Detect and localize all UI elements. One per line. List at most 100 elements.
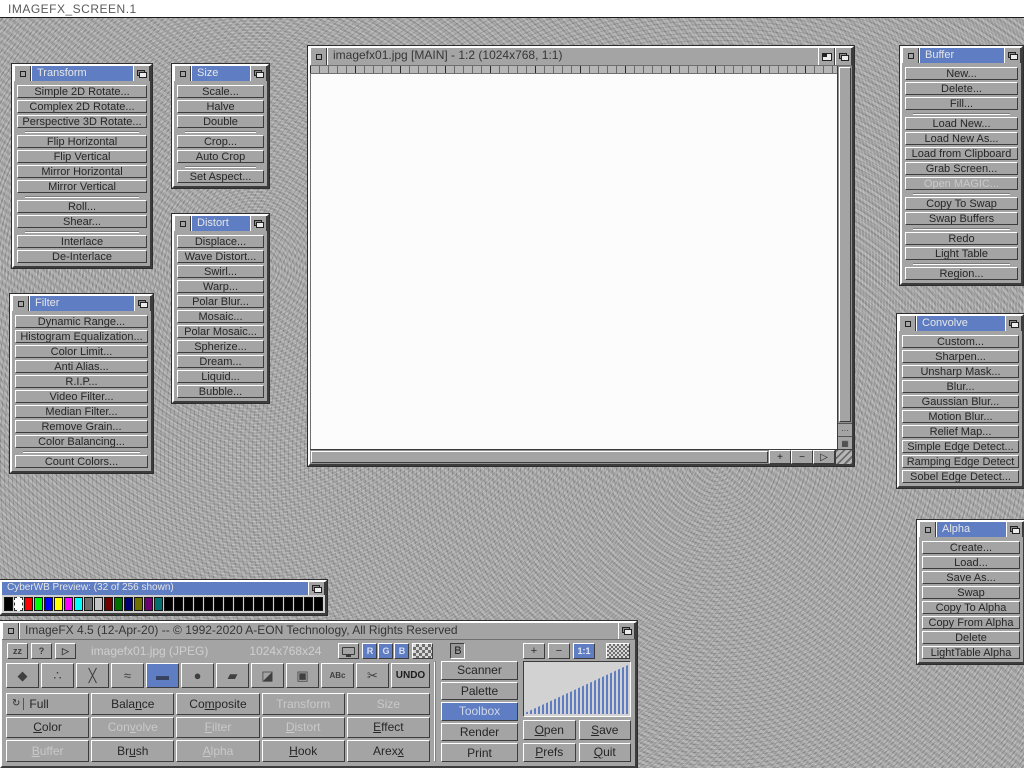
panel-button[interactable]: Load New... (905, 117, 1018, 130)
palette-window-titlebar[interactable]: CyberWB Preview: (32 of 256 shown) (2, 582, 325, 595)
palette-swatch[interactable] (154, 597, 163, 611)
palette-swatch[interactable] (34, 597, 43, 611)
keyboard-gadget[interactable]: ▦ (838, 436, 852, 449)
close-gadget[interactable] (174, 66, 191, 81)
panel-button[interactable]: Liquid... (177, 370, 264, 383)
palette-swatch[interactable] (264, 597, 273, 611)
panel-button[interactable]: New... (905, 67, 1018, 80)
resize-gadget[interactable] (835, 450, 852, 464)
depth-gadget[interactable] (133, 66, 150, 81)
panel-button[interactable]: Create... (922, 541, 1020, 554)
size-panel-titlebar[interactable]: Size (174, 66, 267, 81)
panel-button[interactable]: Copy From Alpha (922, 616, 1020, 629)
depth-gadget[interactable] (250, 66, 267, 81)
close-gadget[interactable] (902, 48, 919, 63)
panel-button[interactable]: Unsharp Mask... (902, 365, 1019, 378)
toolbox-grid-button[interactable]: ↻ Balance (91, 693, 174, 715)
blue-channel-button[interactable]: B (394, 643, 409, 659)
toolbox-grid-button[interactable]: ↻ Arexx (347, 740, 430, 762)
palette-swatch[interactable] (294, 597, 303, 611)
green-channel-button[interactable]: G (378, 643, 393, 659)
depth-gadget[interactable] (1005, 316, 1022, 331)
panel-button[interactable]: Gaussian Blur... (902, 395, 1019, 408)
panel-button[interactable]: Swap (922, 586, 1020, 599)
panel-button[interactable]: Interlace (17, 235, 147, 248)
depth-gadget[interactable] (308, 582, 325, 595)
convolve-panel-titlebar[interactable]: Convolve (899, 316, 1022, 331)
vertical-scroll-thumb[interactable] (839, 67, 851, 422)
distort-panel-titlebar[interactable]: Distort (174, 216, 267, 231)
palette-swatch[interactable] (224, 597, 233, 611)
palette-swatch[interactable] (254, 597, 263, 611)
alpha-panel-titlebar[interactable]: Alpha (919, 522, 1023, 537)
palette-swatch[interactable] (54, 597, 63, 611)
panel-button[interactable]: Grab Screen... (905, 162, 1018, 175)
panel-button[interactable]: Dream... (177, 355, 264, 368)
palette-swatch[interactable] (104, 597, 113, 611)
panel-button[interactable]: Remove Grain... (15, 420, 148, 433)
page-button[interactable]: Palette (441, 682, 518, 701)
panel-button[interactable]: Complex 2D Rotate... (17, 100, 147, 113)
page-button[interactable]: Render (441, 723, 518, 742)
panel-button[interactable]: Copy To Swap (905, 197, 1018, 210)
depth-gadget[interactable] (1004, 48, 1021, 63)
palette-swatch[interactable] (64, 597, 73, 611)
help-button[interactable]: ? (31, 643, 52, 659)
palette-swatch[interactable] (164, 597, 173, 611)
page-button[interactable]: Scanner (441, 661, 518, 680)
dots-gadget[interactable]: ··· (838, 423, 852, 436)
zoom-out-button[interactable]: − (548, 643, 570, 659)
palette-swatch[interactable] (314, 597, 323, 611)
panel-button[interactable]: Sobel Edge Detect... (902, 470, 1019, 483)
panel-button[interactable]: Perspective 3D Rotate... (17, 115, 147, 128)
panel-button[interactable]: Custom... (902, 335, 1019, 348)
palette-swatch[interactable] (304, 597, 313, 611)
palette-swatch[interactable] (114, 597, 123, 611)
box-tool[interactable]: ▬ (146, 663, 179, 688)
run-button[interactable]: ▷ (55, 643, 76, 659)
panel-button[interactable]: Color Balancing... (15, 435, 148, 448)
panel-button[interactable]: Load New As... (905, 132, 1018, 145)
panel-button[interactable]: Mirror Horizontal (17, 165, 147, 178)
page-button[interactable]: Print (441, 743, 518, 762)
panel-button[interactable]: Light Table (905, 247, 1018, 260)
fill-tool[interactable]: ▣ (286, 663, 319, 688)
panel-button[interactable]: Scale... (177, 85, 264, 98)
line-tool[interactable]: ╳ (76, 663, 109, 688)
palette-swatch[interactable] (214, 597, 223, 611)
palette-swatch[interactable] (204, 597, 213, 611)
panel-button[interactable]: Simple Edge Detect... (902, 440, 1019, 453)
screen-mode-button[interactable] (338, 643, 359, 659)
panel-button[interactable]: LightTable Alpha (922, 646, 1020, 659)
panel-button[interactable]: Fill... (905, 97, 1018, 110)
panel-button[interactable]: De-Interlace (17, 250, 147, 263)
panel-button[interactable]: Ramping Edge Detect (902, 455, 1019, 468)
zoom-gadget[interactable] (818, 48, 835, 65)
panel-button[interactable]: Double (177, 115, 264, 128)
panel-button[interactable]: Spherize... (177, 340, 264, 353)
close-gadget[interactable] (899, 316, 916, 331)
panel-button[interactable]: Warp... (177, 280, 264, 293)
panel-button[interactable]: Bubble... (177, 385, 264, 398)
action-button[interactable]: Save (579, 720, 632, 740)
image-window-titlebar[interactable]: imagefx01.jpg [MAIN] - 1:2 (1024x768, 1:… (310, 48, 852, 66)
panel-button[interactable]: Auto Crop (177, 150, 264, 163)
panel-button[interactable]: Anti Alias... (15, 360, 148, 373)
panel-button[interactable]: Dynamic Range... (15, 315, 148, 328)
palette-swatch[interactable] (174, 597, 183, 611)
action-button[interactable]: Open (523, 720, 576, 740)
toolbox-grid-button[interactable]: ↻ Hook (262, 740, 345, 762)
depth-gadget[interactable] (618, 623, 635, 639)
close-gadget[interactable] (2, 623, 19, 639)
sleep-button[interactable]: zz (7, 643, 28, 659)
panel-button[interactable]: R.I.P... (15, 375, 148, 388)
palette-swatch[interactable] (194, 597, 203, 611)
freehand-tool[interactable]: ◪ (251, 663, 284, 688)
dither-pattern-button[interactable] (606, 643, 630, 659)
panel-button[interactable]: Delete... (905, 82, 1018, 95)
palette-swatch[interactable] (244, 597, 253, 611)
panel-button[interactable]: Histogram Equalization... (15, 330, 148, 343)
transform-panel-titlebar[interactable]: Transform (14, 66, 150, 81)
red-channel-button[interactable]: R (362, 643, 377, 659)
toolbox-titlebar[interactable]: ImageFX 4.5 (12-Apr-20) -- © 1992-2020 A… (2, 623, 635, 640)
